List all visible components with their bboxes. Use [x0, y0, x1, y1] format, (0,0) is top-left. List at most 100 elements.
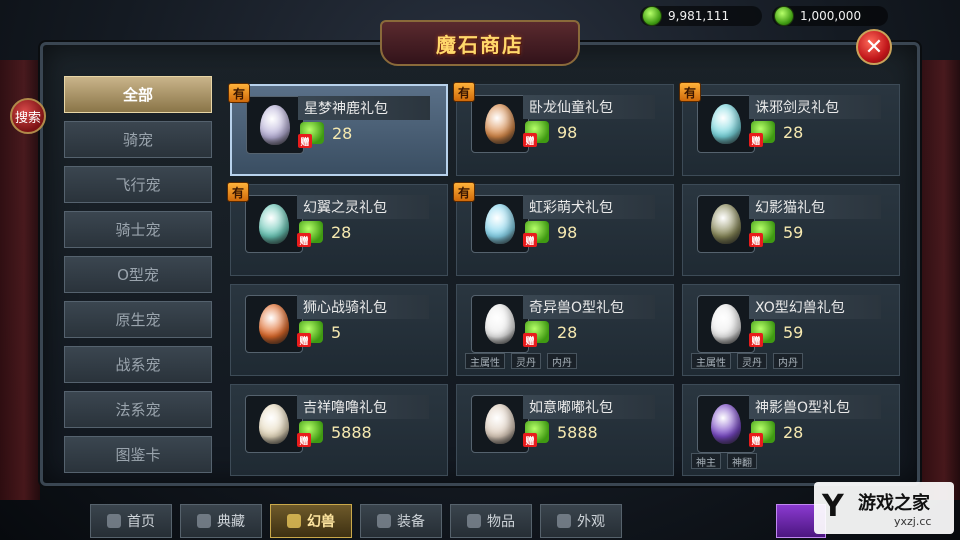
gift-badge: 赠 [297, 333, 311, 347]
item-price-value: 59 [783, 222, 804, 242]
item-icon-box [471, 195, 529, 253]
item-icon-box [245, 395, 303, 453]
pet-egg-icon [259, 304, 289, 344]
hot-badge: 有 [227, 182, 249, 202]
hot-badge: 有 [453, 182, 475, 202]
item-card[interactable]: 有星梦神鹿礼包赠 28 [228, 83, 448, 176]
item-name: 星梦神鹿礼包 [298, 96, 430, 120]
category-tab[interactable]: 全部 [64, 76, 212, 113]
gift-badge: 赠 [749, 233, 763, 247]
pet-egg-icon [485, 204, 515, 244]
item-icon-box [697, 95, 755, 153]
bottom-nav-tab[interactable]: 典藏 [180, 504, 262, 538]
category-tab[interactable]: 法系宠 [64, 391, 212, 428]
item-card[interactable]: 狮心战骑礼包赠 5 [230, 284, 448, 376]
item-card[interactable]: 有卧龙仙童礼包赠 98 [453, 82, 674, 176]
magic-stone-icon: 赠 [749, 321, 775, 347]
bottom-nav-tab[interactable]: 装备 [360, 504, 442, 538]
item-name: 奇异兽O型礼包 [523, 295, 655, 319]
item-price-value: 98 [557, 222, 578, 242]
gift-badge: 赠 [749, 133, 763, 147]
category-tab[interactable]: 骑士宠 [64, 211, 212, 248]
magic-stone-icon: 赠 [523, 121, 549, 147]
item-icon-box [245, 195, 303, 253]
item-price: 赠 28 [297, 221, 352, 247]
category-tab[interactable]: 骑宠 [64, 121, 212, 158]
magic-stone-icon: 赠 [749, 221, 775, 247]
item-card[interactable]: 奇异兽O型礼包赠 28 主属性 灵丹 内丹 [456, 284, 674, 376]
gift-badge: 赠 [523, 233, 537, 247]
gift-badge: 赠 [297, 433, 311, 447]
category-tab[interactable]: 飞行宠 [64, 166, 212, 203]
item-price-value: 59 [783, 322, 804, 342]
item-card[interactable]: 有虹彩萌犬礼包赠 98 [453, 182, 674, 276]
item-price: 赠 98 [523, 221, 578, 247]
category-tab[interactable]: 战系宠 [64, 346, 212, 383]
item-tag[interactable]: 神主 [691, 453, 721, 469]
bottom-nav-tab[interactable]: 首页 [90, 504, 172, 538]
item-tag[interactable]: 灵丹 [737, 353, 767, 369]
item-tag[interactable]: 神翻 [727, 453, 757, 469]
pet-egg-icon [485, 404, 515, 444]
category-tab[interactable]: 原生宠 [64, 301, 212, 338]
item-icon-box [697, 395, 755, 453]
watermark-mark: Y [822, 489, 844, 524]
item-price: 赠 28 [749, 421, 803, 447]
item-tag[interactable]: 主属性 [465, 353, 505, 369]
item-grid: 有星梦神鹿礼包赠 28 有卧龙仙童礼包赠 98 有诛邪剑灵礼包赠 28 有幻翼之灵礼包赠 28… [227, 82, 910, 476]
nav-tab-label: 外观 [577, 514, 605, 530]
right-side-decoration [920, 60, 960, 500]
item-price: 赠 28 [523, 321, 578, 347]
gift-badge: 赠 [749, 333, 763, 347]
magic-stone-icon [642, 6, 662, 26]
magic-stone-icon: 赠 [297, 421, 323, 447]
item-price: 赠 28 [298, 122, 353, 148]
magic-stone-icon: 赠 [297, 321, 323, 347]
item-card[interactable]: 如意嘟嘟礼包赠 5888 [456, 384, 674, 476]
item-icon-box [471, 395, 529, 453]
pet-egg-icon [711, 304, 741, 344]
close-button[interactable]: ✕ [856, 29, 892, 65]
item-tag[interactable]: 灵丹 [511, 353, 541, 369]
bottom-nav-tab[interactable]: 幻兽 [270, 504, 352, 538]
nav-tab-icon [557, 514, 571, 528]
item-tags: 主属性 灵丹 内丹 [691, 353, 803, 369]
category-tab[interactable]: O型宠 [64, 256, 212, 293]
bottom-nav-tab[interactable]: 物品 [450, 504, 532, 538]
item-tag[interactable]: 主属性 [691, 353, 731, 369]
item-icon-box [471, 95, 529, 153]
item-name: 如意嘟嘟礼包 [523, 395, 655, 419]
category-sidebar: 全部骑宠飞行宠骑士宠 O型宠原生宠战系宠法系宠图鉴卡 [64, 76, 212, 473]
item-price-value: 28 [331, 222, 352, 242]
item-icon-box [246, 96, 304, 154]
bottom-nav-tab[interactable]: 外观 [540, 504, 622, 538]
item-price-value: 28 [332, 123, 353, 143]
nav-tab-label: 典藏 [217, 514, 245, 530]
watermark-brand: 游戏之家 [858, 492, 930, 514]
gift-badge: 赠 [523, 133, 537, 147]
item-card[interactable]: 有幻翼之灵礼包赠 28 [227, 182, 448, 276]
nav-tab-label: 装备 [397, 514, 425, 530]
item-name: 卧龙仙童礼包 [523, 95, 655, 119]
item-tag[interactable]: 内丹 [773, 353, 803, 369]
category-tab[interactable]: 图鉴卡 [64, 436, 212, 473]
item-card[interactable]: 幻影猫礼包赠 59 [682, 184, 900, 276]
pet-egg-icon [485, 304, 515, 344]
item-card[interactable]: 吉祥噜噜礼包赠 5888 [230, 384, 448, 476]
pet-egg-icon [259, 404, 289, 444]
item-tag[interactable]: 内丹 [547, 353, 577, 369]
currency-primary: 9,981,111 [640, 6, 762, 26]
search-button[interactable]: 搜索 [10, 98, 46, 134]
item-card[interactable]: 神影兽O型礼包赠 28 神主 神翻 [682, 384, 900, 476]
item-name: 吉祥噜噜礼包 [297, 395, 429, 419]
hot-badge: 有 [679, 82, 701, 102]
item-price-value: 28 [557, 322, 578, 342]
item-name: XO型幻兽礼包 [749, 295, 881, 319]
item-card[interactable]: XO型幻兽礼包赠 59 主属性 灵丹 内丹 [682, 284, 900, 376]
item-price: 赠 59 [749, 321, 804, 347]
item-card[interactable]: 有诛邪剑灵礼包赠 28 [679, 82, 900, 176]
item-price: 赠5 [297, 321, 341, 347]
currency-secondary-value: 1,000,000 [800, 9, 862, 23]
bottom-nav: 首页 典藏 幻兽 装备 物品 外观 [90, 504, 622, 538]
shop-title: 魔石商店 [380, 20, 580, 66]
